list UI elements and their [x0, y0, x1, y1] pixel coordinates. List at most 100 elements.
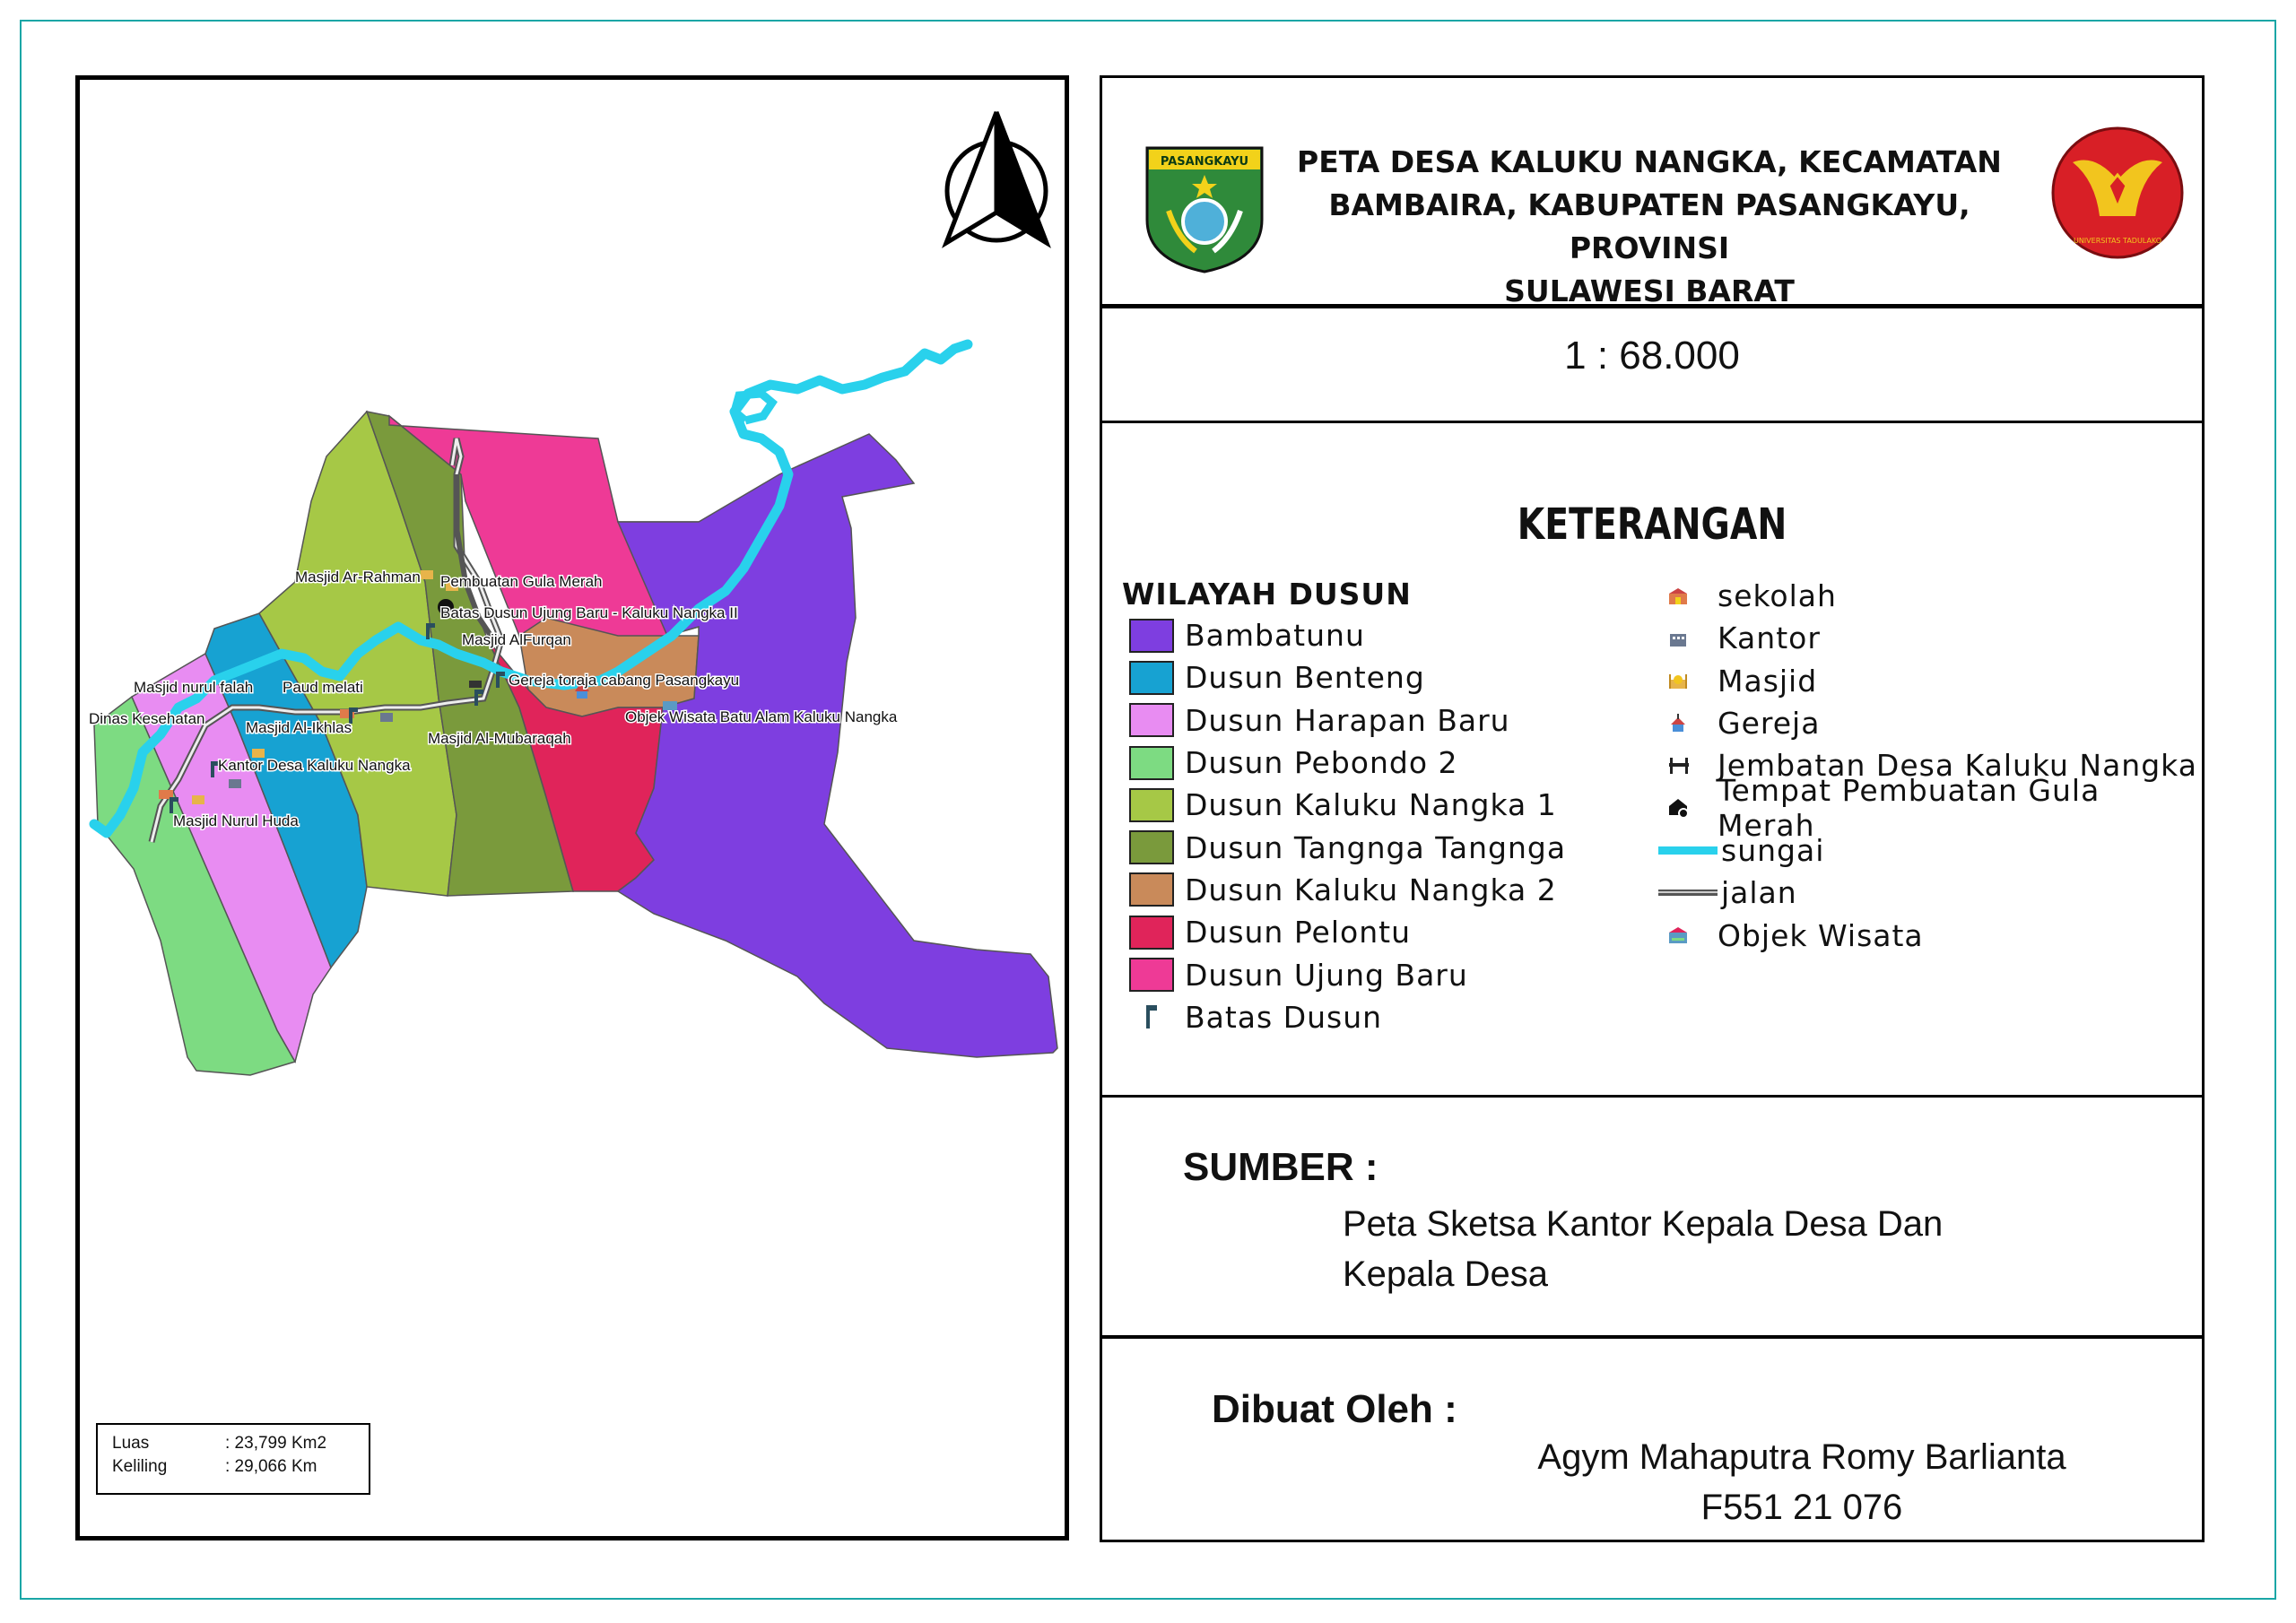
legend-label: Masjid [1718, 663, 1818, 699]
label-paud-melati: Paud melati [283, 679, 363, 696]
color-swatch [1129, 958, 1174, 993]
divider [1102, 1335, 2202, 1339]
tadulako-logo-text: UNIVERSITAS TADULAKO [2074, 237, 2161, 245]
legend-item: jalan [1658, 872, 2202, 914]
legend-item: Dusun Harapan Baru [1129, 699, 1566, 742]
scale-text: 1 : 68.000 [1564, 334, 1740, 378]
legend-title: KETERANGAN [1517, 499, 1787, 550]
legend-item: Dusun Pebondo 2 [1129, 742, 1566, 784]
author-block: Agym Mahaputra Romy Barlianta F551 21 07… [1533, 1432, 2071, 1532]
pasangkayu-logo: PASANGKAYU [1145, 146, 1264, 273]
label-batas-ujung-baru: Batas Dusun Ujung Baru - Kaluku Nangka I… [440, 604, 738, 621]
bridge-icon [469, 681, 482, 688]
legend-label: sekolah [1718, 578, 1837, 614]
legend-item: Dusun Tangnga Tangnga [1129, 826, 1566, 868]
legend-panel: PASANGKAYU PETA DESA KALUKU NANGKA, KECA… [1100, 75, 2205, 1542]
legend-item: Batas Dusun [1129, 996, 1566, 1038]
label-masjid-nurul-falah: Masjid nurul falah [134, 679, 253, 696]
label-masjid-al-ikhlas: Masjid Al-Ikhlas [246, 719, 352, 736]
legend-item: Dusun Kaluku Nangka 1 [1129, 784, 1566, 826]
legend-label: Kantor [1718, 621, 1821, 656]
legend-item: Kantor [1667, 617, 2202, 659]
legend-item: Tempat Pembuatan Gula Merah [1667, 773, 2202, 843]
legend-item: Masjid [1667, 660, 2202, 702]
symbol-legend-list: sekolah Kantor Masjid Gereja Jembatan De… [1658, 575, 2202, 957]
legend-label: Bambatunu [1185, 618, 1365, 654]
label-dinas-kesehatan: Dinas Kesehatan [89, 710, 204, 727]
legend-label: Dusun Pebondo 2 [1185, 745, 1458, 781]
office-icon [1667, 625, 1718, 652]
church-icon [1667, 710, 1718, 737]
label-masjid-alfurqan: Masjid AlFurqan [462, 631, 571, 648]
legend-label: Dusun Harapan Baru [1185, 702, 1510, 738]
legend-item: Dusun Ujung Baru [1129, 953, 1566, 995]
author-name: Agym Mahaputra Romy Barlianta [1537, 1437, 2066, 1477]
map-panel: Masjid Ar-Rahman Pembuatan Gula Merah Ba… [75, 75, 1069, 1541]
river-line [1658, 837, 1721, 864]
tadulako-logo: UNIVERSITAS TADULAKO [2051, 126, 2184, 259]
dusun-legend-list: Bambatunu Dusun Benteng Dusun Harapan Ba… [1129, 614, 1566, 1038]
color-swatch [1129, 703, 1174, 738]
region-bambatunu [616, 433, 1058, 1058]
legend-label: Dusun Kaluku Nangka 1 [1185, 787, 1557, 823]
author-id: F551 21 076 [1700, 1488, 1903, 1527]
divider [1102, 1095, 2202, 1098]
legend-item: Dusun Kaluku Nangka 2 [1129, 869, 1566, 911]
made-by-heading: Dibuat Oleh : [1212, 1387, 1457, 1431]
sumber-line-2: Kepala Desa [1343, 1254, 1549, 1294]
color-swatch [1129, 660, 1174, 695]
color-swatch [1129, 830, 1174, 865]
factory-icon [1667, 794, 1718, 821]
dusun-heading: WILAYAH DUSUN [1122, 577, 1412, 612]
village-map: Masjid Ar-Rahman Pembuatan Gula Merah Ba… [88, 111, 1058, 1076]
legend-item: Bambatunu [1129, 614, 1566, 656]
legend-label: Dusun Pelontu [1185, 915, 1411, 950]
luas-key: Luas [112, 1434, 150, 1453]
area-info-box: Luas : 23,799 Km2 Keliling : 29,066 Km [96, 1423, 370, 1495]
label-kantor-desa: Kantor Desa Kaluku Nangka [218, 757, 411, 774]
title-line-2: BAMBAIRA, KABUPATEN PASANGKAYU, PROVINSI [1328, 187, 1970, 265]
label-masjid-ar-rahman: Masjid Ar-Rahman [295, 568, 421, 586]
legend-item: Objek Wisata [1667, 914, 2202, 956]
tourism-icon [1667, 922, 1718, 949]
label-objek-wisata: Objek Wisata Batu Alam Kaluku Nangka [625, 708, 898, 725]
sumber-line-1: Peta Sketsa Kantor Kepala Desa Dan [1343, 1204, 1944, 1244]
keliling-value: : 29,066 Km [225, 1457, 317, 1476]
sumber-heading: SUMBER : [1183, 1145, 1378, 1189]
color-swatch [1129, 915, 1174, 950]
divider [1102, 304, 2202, 308]
legend-label: Dusun Benteng [1185, 660, 1425, 696]
color-swatch [1129, 872, 1174, 907]
color-swatch [1129, 745, 1174, 780]
bridge-icon [1667, 752, 1718, 779]
legend-item: Dusun Pelontu [1129, 911, 1566, 953]
divider [1102, 421, 2202, 423]
legend-label: Gereja [1718, 706, 1821, 742]
map-title: PETA DESA KALUKU NANGKA, KECAMATAN BAMBA… [1291, 141, 2008, 313]
school-icon [1667, 583, 1718, 610]
legend-item: Gereja [1667, 702, 2202, 744]
road-line [1658, 880, 1721, 907]
keliling-key: Keliling [112, 1457, 168, 1476]
label-masjid-nurul-huda: Masjid Nurul Huda [173, 812, 299, 829]
legend-label: Dusun Kaluku Nangka 2 [1185, 872, 1557, 907]
north-arrow-icon [942, 111, 1051, 248]
mosque-icon [1667, 667, 1718, 694]
color-swatch [1129, 618, 1174, 653]
legend-item: sekolah [1667, 575, 2202, 617]
legend-item: Dusun Benteng [1129, 656, 1566, 699]
sumber-text: Peta Sketsa Kantor Kepala Desa Dan Kepal… [1343, 1199, 1943, 1299]
color-swatch [1129, 787, 1174, 822]
pasangkayu-logo-text: PASANGKAYU [1161, 155, 1248, 169]
legend-label: sungai [1721, 832, 1825, 868]
label-pembuatan-gula-merah: Pembuatan Gula Merah [440, 573, 603, 590]
legend-label: jalan [1721, 875, 1797, 911]
label-gereja-toraja: Gereja toraja cabang Pasangkayu [509, 672, 739, 689]
legend-label: Dusun Tangnga Tangnga [1185, 829, 1567, 865]
luas-value: : 23,799 Km2 [225, 1434, 327, 1453]
legend-label: Objek Wisata [1718, 917, 1924, 953]
legend-label: Batas Dusun [1185, 999, 1383, 1035]
legend-label: Dusun Ujung Baru [1185, 957, 1468, 993]
label-masjid-al-mubaraqah: Masjid Al-Mubaraqah [428, 730, 571, 747]
boundary-marker-icon [1129, 1003, 1174, 1030]
